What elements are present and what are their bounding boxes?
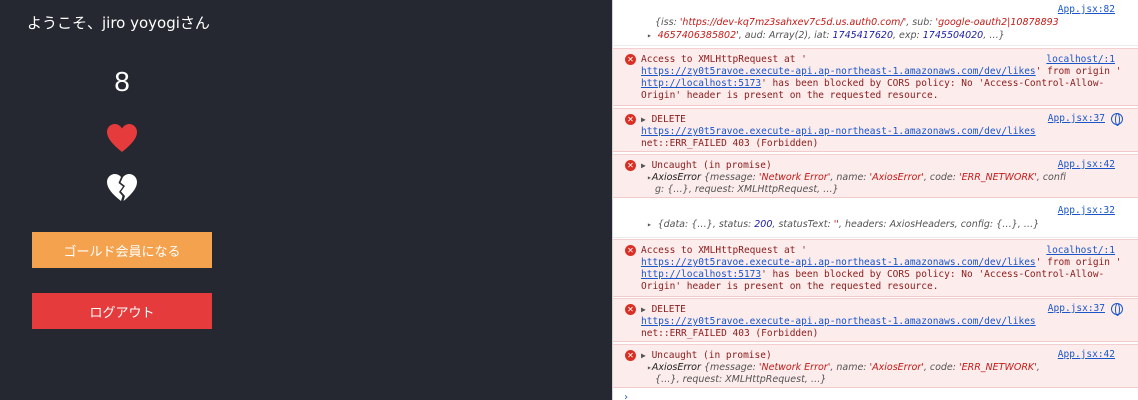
log-line: ▸ 4657406385802', aud: Array(2), iat: 17… xyxy=(647,30,1005,41)
broken-heart-icon[interactable] xyxy=(106,173,138,203)
error-line: Access to XMLHttpRequest at ' xyxy=(641,54,807,65)
like-count: 8 xyxy=(114,66,130,97)
error-line: ▶ Uncaught (in promise) xyxy=(641,160,772,171)
gold-member-button[interactable]: ゴールド会員になる xyxy=(32,232,212,268)
error-line: https://zy0t5ravoe.execute-api.ap-northe… xyxy=(641,257,1122,268)
console-error-delete: ✕ App.jsx:37 ▶ DELETE https://zy0t5ravoe… xyxy=(613,298,1138,342)
expand-triangle-icon[interactable]: ▶ xyxy=(641,305,646,314)
error-icon: ✕ xyxy=(625,245,636,256)
expand-triangle-icon[interactable]: ▶ xyxy=(641,115,646,124)
error-line: net::ERR_FAILED 403 (Forbidden) xyxy=(641,328,819,339)
source-link[interactable]: App.jsx:42 xyxy=(1058,349,1115,360)
error-line: ▸AxiosError {message: 'Network Error', n… xyxy=(647,362,1040,373)
error-line: ▶ Uncaught (in promise) xyxy=(641,350,772,361)
error-link[interactable]: https://zy0t5ravoe.execute-api.ap-northe… xyxy=(641,126,1036,137)
error-link[interactable]: https://zy0t5ravoe.execute-api.ap-northe… xyxy=(641,257,1036,268)
error-line: {…}, request: XMLHttpRequest, …} xyxy=(655,374,827,385)
error-link[interactable]: http://localhost:5173 xyxy=(641,269,761,280)
logout-button[interactable]: ログアウト xyxy=(32,293,212,329)
expand-triangle-icon[interactable]: ▶ xyxy=(641,161,646,170)
source-link[interactable]: App.jsx:82 xyxy=(1058,4,1115,15)
source-link[interactable]: App.jsx:32 xyxy=(1058,205,1115,216)
error-icon: ✕ xyxy=(625,304,636,315)
console-error-axios: ✕ App.jsx:42 ▶ Uncaught (in promise) ▸Ax… xyxy=(613,154,1138,198)
error-line: g: {…}, request: XMLHttpRequest, …} xyxy=(655,184,839,195)
log-line: ▸ {data: {…}, status: 200, statusText: '… xyxy=(647,219,1040,230)
error-link[interactable]: https://zy0t5ravoe.execute-api.ap-northe… xyxy=(641,316,1036,327)
source-link[interactable]: App.jsx:37 xyxy=(1048,113,1105,124)
error-link[interactable]: https://zy0t5ravoe.execute-api.ap-northe… xyxy=(641,66,1036,77)
error-icon: ✕ xyxy=(625,350,636,361)
console-log-response: App.jsx:32 ▸ {data: {…}, status: 200, st… xyxy=(613,200,1138,238)
error-line: Origin' header is present on the request… xyxy=(641,281,939,292)
source-link[interactable]: localhost/:1 xyxy=(1046,54,1115,65)
heart-icon[interactable] xyxy=(106,123,138,153)
error-line: ▶ DELETE xyxy=(641,304,686,315)
console-error-cors: ✕ localhost/:1 Access to XMLHttpRequest … xyxy=(613,48,1138,106)
error-line: https://zy0t5ravoe.execute-api.ap-northe… xyxy=(641,126,1036,138)
expand-triangle-icon[interactable]: ▶ xyxy=(641,351,646,360)
error-icon: ✕ xyxy=(625,160,636,171)
error-icon: ✕ xyxy=(625,114,636,125)
console-prompt-caret-icon[interactable]: › xyxy=(623,392,629,400)
network-globe-icon[interactable] xyxy=(1111,303,1123,316)
log-line: {iss: 'https://dev-kq7mz3sahxev7c5d.us.a… xyxy=(655,17,1059,28)
app-pane: ようこそ、jiro yoyogiさん 8 ゴールド会員になる ログアウト xyxy=(0,0,612,400)
source-link[interactable]: App.jsx:37 xyxy=(1048,303,1105,314)
error-line: http://localhost:5173' has been blocked … xyxy=(641,78,1105,89)
error-line: http://localhost:5173' has been blocked … xyxy=(641,269,1105,280)
error-line: ▶ DELETE xyxy=(641,114,686,125)
expand-triangle-icon[interactable]: ▸ xyxy=(647,31,652,40)
error-line: https://zy0t5ravoe.execute-api.ap-northe… xyxy=(641,66,1122,77)
error-line: Access to XMLHttpRequest at ' xyxy=(641,245,807,256)
error-icon: ✕ xyxy=(625,54,636,65)
console-error-delete: ✕ App.jsx:37 ▶ DELETE https://zy0t5ravoe… xyxy=(613,108,1138,152)
error-line: https://zy0t5ravoe.execute-api.ap-northe… xyxy=(641,316,1036,328)
greeting-text: ようこそ、jiro yoyogiさん xyxy=(27,14,210,32)
devtools-console: App.jsx:82 {iss: 'https://dev-kq7mz3sahx… xyxy=(612,0,1138,400)
expand-triangle-icon[interactable]: ▸ xyxy=(647,220,652,229)
error-line: Origin' header is present on the request… xyxy=(641,90,939,101)
error-line: ▸AxiosError {message: 'Network Error', n… xyxy=(647,172,1067,183)
error-link[interactable]: http://localhost:5173 xyxy=(641,78,761,89)
console-error-cors: ✕ localhost/:1 Access to XMLHttpRequest … xyxy=(613,239,1138,297)
console-error-axios: ✕ App.jsx:42 ▶ Uncaught (in promise) ▸Ax… xyxy=(613,344,1138,388)
source-link[interactable]: localhost/:1 xyxy=(1046,245,1115,256)
console-log-token: App.jsx:82 {iss: 'https://dev-kq7mz3sahx… xyxy=(613,0,1138,46)
error-line: net::ERR_FAILED 403 (Forbidden) xyxy=(641,138,819,149)
network-globe-icon[interactable] xyxy=(1111,113,1123,126)
source-link[interactable]: App.jsx:42 xyxy=(1058,159,1115,170)
